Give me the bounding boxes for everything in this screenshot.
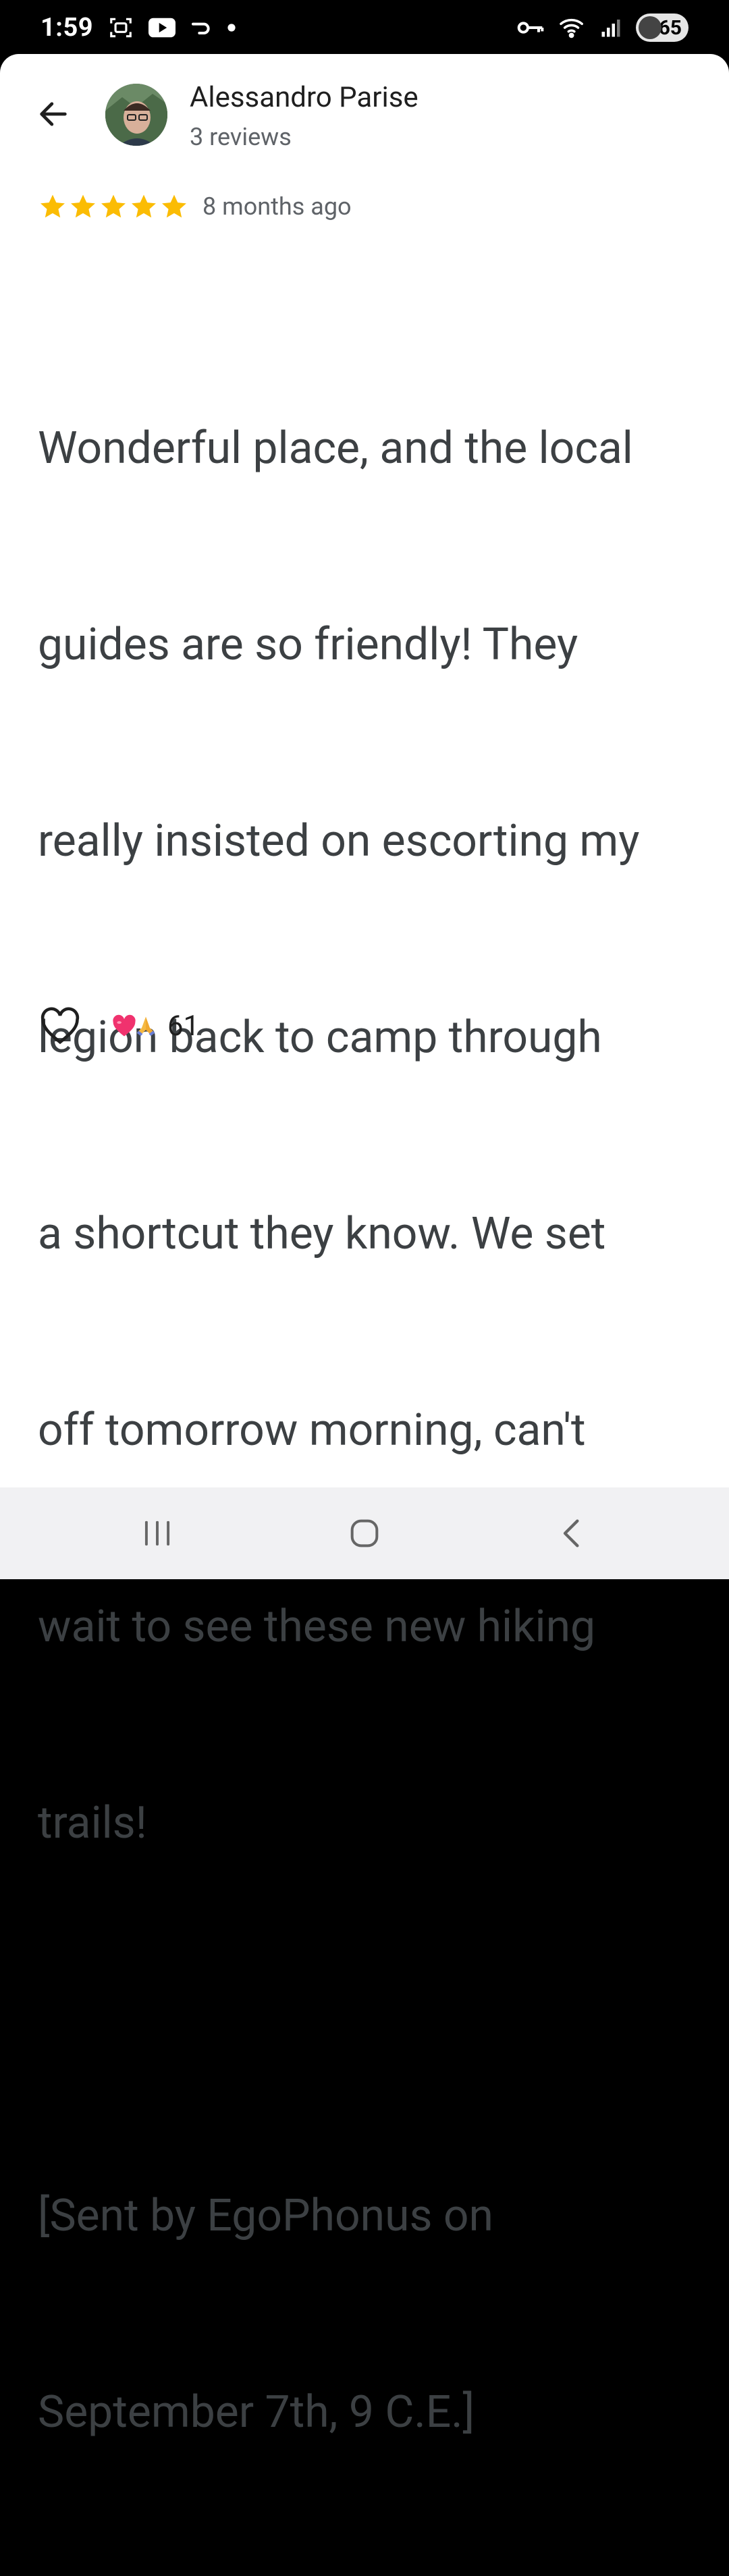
vpn-key-icon bbox=[517, 19, 544, 36]
screenshot-icon bbox=[108, 15, 134, 40]
link-icon bbox=[190, 20, 212, 36]
battery-saver-icon bbox=[639, 16, 662, 39]
star-icon bbox=[162, 194, 186, 218]
star-rating bbox=[38, 192, 189, 221]
status-bar: 1:59 65 bbox=[0, 0, 729, 55]
author-review-count: 3 reviews bbox=[190, 123, 292, 151]
folded-hands-emoji-icon bbox=[136, 1016, 155, 1036]
arrow-back-icon bbox=[40, 102, 67, 126]
review-line: guides are so friendly! They bbox=[38, 619, 578, 671]
review-line bbox=[38, 1987, 706, 2052]
star-icon bbox=[71, 194, 95, 218]
home-icon bbox=[350, 1519, 379, 1547]
battery-level: 65 bbox=[658, 16, 682, 40]
star-icon bbox=[101, 194, 126, 218]
heart-outline-icon bbox=[40, 1007, 80, 1045]
recent-apps-button[interactable] bbox=[117, 1500, 198, 1567]
review-line: Wonderful place, and the local bbox=[38, 422, 633, 474]
review-line: off tomorrow morning, can't bbox=[38, 1404, 586, 1456]
star-icon bbox=[40, 194, 65, 218]
home-button[interactable] bbox=[324, 1500, 405, 1567]
review-line: trails! bbox=[38, 1797, 147, 1849]
notification-dot-icon bbox=[227, 23, 236, 32]
author-avatar[interactable] bbox=[105, 84, 167, 146]
signal-icon bbox=[601, 18, 621, 38]
avatar-photo bbox=[105, 84, 167, 146]
reaction-count: 61 bbox=[167, 1009, 200, 1043]
reaction-summary[interactable]: 61 bbox=[111, 1010, 199, 1043]
review-time-ago: 8 months ago bbox=[202, 192, 352, 221]
review-line: really insisted on escorting my bbox=[38, 815, 640, 867]
rating-row: 8 months ago bbox=[38, 186, 352, 227]
author-name[interactable]: Alessandro Parise bbox=[190, 81, 418, 114]
youtube-icon bbox=[148, 18, 176, 38]
wifi-icon bbox=[559, 16, 586, 39]
review-sheet: Alessandro Parise 3 reviews 8 months ago… bbox=[0, 54, 729, 2438]
battery-icon: 65 bbox=[636, 13, 688, 42]
review-line: a shortcut they know. We set bbox=[38, 1208, 606, 1260]
reactions-row: 61 bbox=[38, 999, 199, 1053]
review-header: Alessandro Parise 3 reviews bbox=[0, 54, 729, 175]
star-icon bbox=[132, 194, 156, 218]
system-navigation-bar bbox=[0, 1487, 729, 1579]
system-back-button[interactable] bbox=[531, 1500, 612, 1567]
back-button[interactable] bbox=[28, 89, 78, 139]
review-body: Wonderful place, and the local guides ar… bbox=[38, 285, 706, 2576]
like-button[interactable] bbox=[38, 1004, 82, 1048]
review-line: September 7th, 9 C.E.] bbox=[38, 2386, 475, 2438]
chevron-left-icon bbox=[563, 1519, 579, 1547]
recent-apps-icon bbox=[145, 1520, 170, 1546]
review-line: wait to see these new hiking bbox=[38, 1601, 596, 1653]
status-time: 1:59 bbox=[40, 13, 94, 43]
review-line: [Sent by EgoPhonus on bbox=[38, 2190, 493, 2242]
